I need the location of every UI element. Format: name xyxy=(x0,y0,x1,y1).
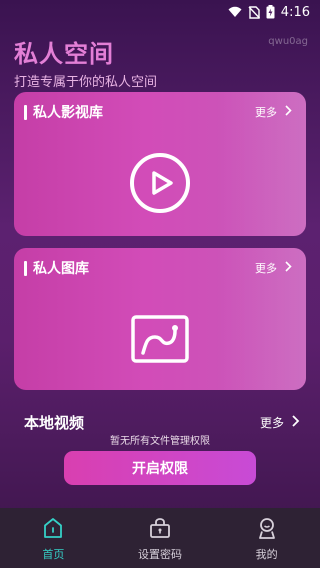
title-accent-bar xyxy=(24,260,27,276)
profile-icon xyxy=(256,517,278,542)
play-icon[interactable] xyxy=(129,152,191,218)
card-title: 私人图库 xyxy=(33,261,89,277)
chevron-right-icon xyxy=(285,105,292,119)
tab-label: 我的 xyxy=(255,548,278,561)
status-time: 4:16 xyxy=(280,4,310,20)
private-video-card[interactable]: 私人影视库 更多 xyxy=(14,92,306,236)
section-title: 本地视频 xyxy=(24,414,85,432)
tab-label: 首页 xyxy=(42,548,65,561)
lock-icon xyxy=(149,517,171,542)
card-header: 私人影视库 更多 xyxy=(14,102,306,122)
more-button[interactable]: 更多 xyxy=(255,260,292,276)
title-accent-bar xyxy=(24,104,27,120)
watermark: qwu0ag xyxy=(268,36,308,47)
tab-home[interactable]: 首页 xyxy=(0,508,107,568)
page-title: 私人空间 xyxy=(14,40,114,68)
more-label: 更多 xyxy=(255,106,277,119)
battery-icon xyxy=(266,5,275,19)
page-header: 私人空间 打造专属于你的私人空间 xyxy=(14,34,157,90)
page-subtitle: 打造专属于你的私人空间 xyxy=(14,75,158,90)
no-sim-icon xyxy=(248,5,260,19)
more-button[interactable]: 更多 xyxy=(255,104,292,120)
local-video-section: 本地视频 更多 xyxy=(24,412,300,433)
chevron-right-icon xyxy=(285,261,292,275)
bottom-tab-bar: 首页 设置密码 我的 xyxy=(0,508,320,568)
card-header: 私人图库 更多 xyxy=(14,258,306,278)
chevron-right-icon xyxy=(292,415,300,430)
tab-set-password[interactable]: 设置密码 xyxy=(107,508,214,568)
more-button[interactable]: 更多 xyxy=(260,414,300,431)
grant-permission-button[interactable]: 开启权限 xyxy=(64,451,256,485)
more-label: 更多 xyxy=(259,416,284,430)
image-icon[interactable] xyxy=(131,315,189,367)
home-icon xyxy=(42,517,64,542)
wifi-icon xyxy=(228,6,242,18)
tab-profile[interactable]: 我的 xyxy=(213,508,320,568)
status-bar: 4:16 xyxy=(0,0,320,24)
tab-label: 设置密码 xyxy=(138,548,182,561)
more-label: 更多 xyxy=(255,262,277,275)
private-gallery-card[interactable]: 私人图库 更多 xyxy=(14,248,306,390)
card-title: 私人影视库 xyxy=(33,105,103,121)
no-permission-text: 暂无所有文件管理权限 xyxy=(110,436,210,447)
